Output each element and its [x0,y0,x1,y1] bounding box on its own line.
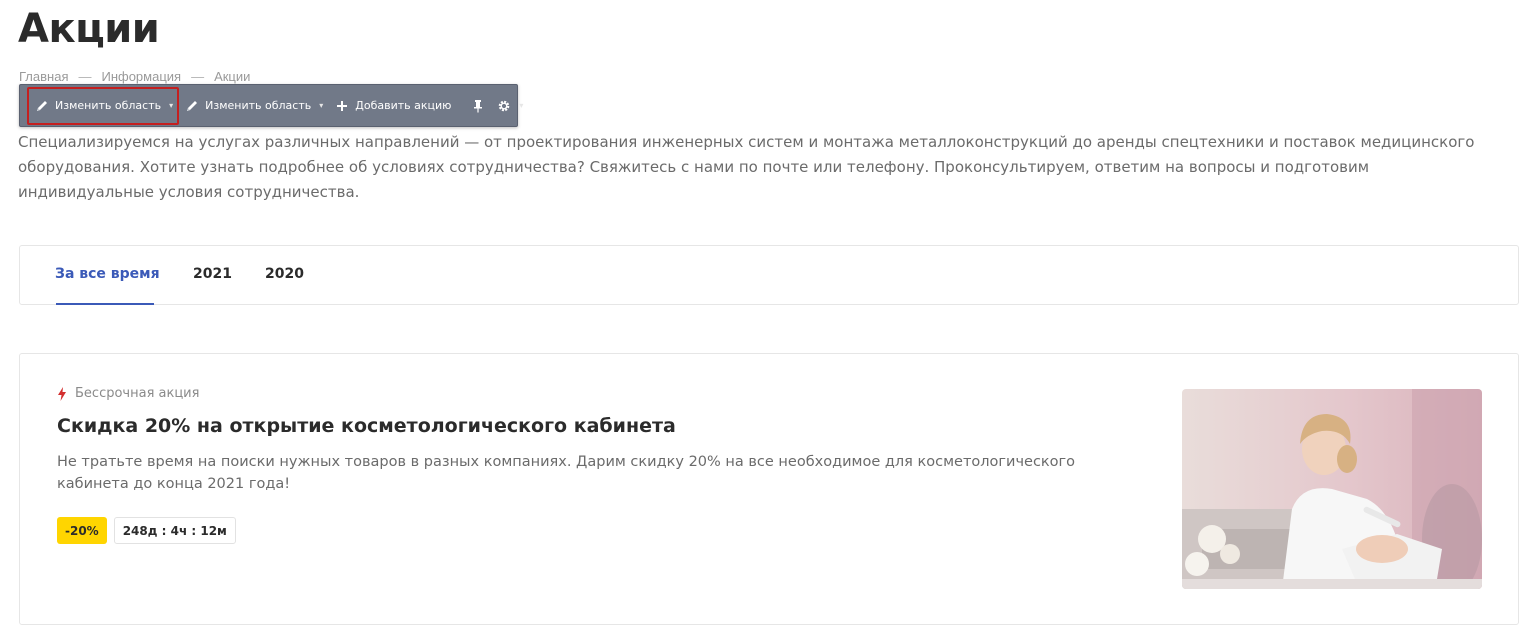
edit-area-label: Изменить область [205,99,312,112]
breadcrumb-link-info[interactable]: Информация [101,69,181,84]
discount-badge: -20% [57,517,107,544]
edit-area-button-1[interactable]: Изменить область ▾ [27,86,180,125]
pencil-icon [35,99,49,113]
promo-tags: -20% 248д : 4ч : 12м [57,517,236,544]
add-promo-button[interactable]: Добавить акцию [329,91,457,121]
edit-area-button-2[interactable]: Изменить область ▾ [179,91,329,121]
promo-badge-label: Бессрочная акция [75,386,200,401]
edit-area-label: Изменить область [55,99,162,112]
breadcrumb-separator: — [78,69,92,84]
chevron-down-icon[interactable]: ▾ [169,101,173,110]
chevron-down-icon[interactable]: ▾ [519,101,523,110]
tab-all-time[interactable]: За все время [55,266,160,282]
breadcrumb-current: Акции [214,69,251,84]
countdown-timer: 248д : 4ч : 12м [113,517,236,544]
lightning-icon [57,386,67,401]
breadcrumb-link-home[interactable]: Главная [19,69,68,84]
year-tabs: За все время 2021 2020 [19,245,1519,305]
breadcrumb: Главная — Информация — Акции [19,69,250,84]
plus-icon [335,99,349,113]
active-tab-indicator [56,303,154,305]
tab-2021[interactable]: 2021 [193,266,232,282]
promo-image[interactable] [1182,389,1482,589]
tab-2020[interactable]: 2020 [265,266,304,282]
breadcrumb-separator: — [191,69,205,84]
settings-button[interactable]: ▾ [491,91,529,121]
promo-card[interactable]: Бессрочная акция Скидка 20% на открытие … [19,353,1519,625]
admin-edit-toolbar: Изменить область ▾ Изменить область ▾ До… [19,84,523,127]
gear-icon [497,99,511,113]
promo-badge: Бессрочная акция [57,386,199,401]
intro-text: Специализируемся на услугах различных на… [18,133,1475,201]
add-promo-label: Добавить акцию [355,99,452,112]
promo-description: Не тратьте время на поиски нужных товаро… [57,454,1076,492]
promo-title[interactable]: Скидка 20% на открытие косметологическог… [57,415,676,437]
pin-icon [471,99,485,113]
chevron-down-icon[interactable]: ▾ [319,101,323,110]
pencil-icon [185,99,199,113]
pin-button[interactable] [465,91,491,121]
page-title: Акции [18,6,160,52]
